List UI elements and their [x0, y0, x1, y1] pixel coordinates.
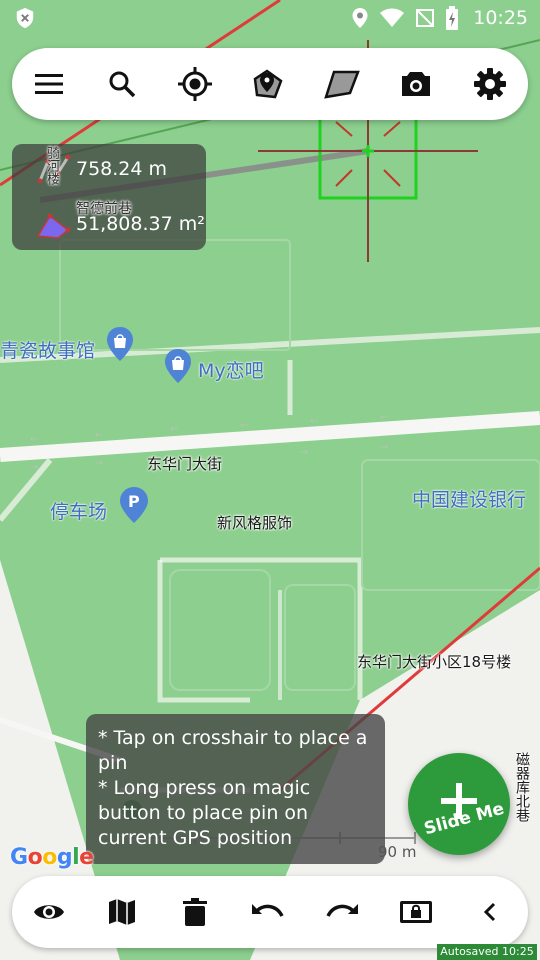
add-pin-fab[interactable]: Slide Me	[408, 753, 510, 855]
svg-text:→: →	[30, 462, 38, 473]
search-icon	[109, 71, 136, 98]
distance-value: 758.24 m	[76, 158, 168, 180]
svg-text:←: ←	[95, 430, 103, 441]
svg-text:←: ←	[240, 420, 248, 431]
lock-screen-icon	[400, 901, 432, 923]
delete-button[interactable]	[175, 892, 215, 932]
location-icon	[352, 8, 368, 28]
svg-text:→: →	[380, 442, 388, 453]
map-label-alley-left: 骑河楼	[44, 146, 59, 185]
map-label-street: 东华门大街	[147, 455, 223, 473]
scale-label: 90 m	[378, 843, 417, 861]
map-label-cafe[interactable]: My恋吧	[198, 356, 264, 383]
redo-button[interactable]	[322, 892, 362, 932]
camera-icon	[402, 72, 430, 96]
undo-icon	[252, 904, 284, 917]
map-label-bank[interactable]: 中国建设银行	[412, 485, 526, 512]
svg-text:→: →	[300, 447, 308, 458]
no-sim-icon	[416, 9, 435, 27]
back-chevron-icon	[483, 902, 496, 922]
battery-charging-icon	[446, 6, 459, 30]
polygon-pin-button[interactable]	[248, 64, 288, 104]
parking-pin-icon[interactable]: P	[118, 486, 150, 524]
hint-tooltip: * Tap on crosshair to place a pin * Long…	[86, 714, 385, 864]
bottom-toolbar	[12, 876, 528, 948]
camera-button[interactable]	[396, 64, 436, 104]
map-label-alley-top: 智德前巷	[76, 201, 132, 217]
hint-line-2: * Long press on magic button to place pi…	[98, 777, 311, 849]
lock-screen-button[interactable]	[396, 892, 436, 932]
shield-icon	[16, 7, 34, 29]
map-type-button[interactable]	[102, 892, 142, 932]
area-icon	[36, 208, 74, 240]
gps-target-icon	[178, 67, 212, 101]
back-button[interactable]	[470, 892, 510, 932]
visibility-button[interactable]	[29, 892, 69, 932]
menu-button[interactable]	[29, 64, 69, 104]
search-button[interactable]	[102, 64, 142, 104]
top-toolbar	[12, 48, 528, 120]
polygon-pin-icon	[253, 69, 283, 99]
redo-icon	[326, 904, 358, 917]
gps-button[interactable]	[175, 64, 215, 104]
map-icon	[109, 899, 135, 925]
svg-text:←: ←	[310, 416, 318, 427]
wifi-icon	[380, 8, 405, 27]
svg-text:P: P	[128, 492, 140, 511]
settings-button[interactable]	[470, 64, 510, 104]
autosaved-label: Autosaved 10:25	[437, 944, 537, 960]
svg-text:←: ←	[380, 412, 388, 423]
map-label-alley-right: 磁器库北巷	[514, 752, 530, 822]
area-shape-button[interactable]	[322, 64, 362, 104]
shopping-pin-icon[interactable]	[105, 326, 135, 362]
status-time: 10:25	[473, 7, 528, 29]
map-label-parking[interactable]: 停车场	[50, 497, 107, 524]
map-label-clothing[interactable]: 新风格服饰	[217, 512, 292, 533]
svg-text:→: →	[95, 458, 103, 469]
area-shape-icon	[324, 70, 360, 99]
settings-icon	[474, 68, 506, 100]
google-logo: Google	[10, 845, 94, 870]
delete-icon	[183, 898, 207, 926]
eye-icon	[34, 905, 64, 919]
svg-text:←: ←	[170, 424, 178, 435]
status-bar: 10:25	[0, 0, 540, 36]
shopping-pin-icon[interactable]	[163, 348, 193, 384]
map-label-residential: 东华门大街小区18号楼	[357, 653, 512, 671]
menu-icon	[35, 74, 63, 94]
map-label-museum[interactable]: 青瓷故事馆	[0, 336, 95, 363]
svg-text:←: ←	[30, 434, 38, 445]
hint-line-1: * Tap on crosshair to place a pin	[98, 727, 368, 774]
undo-button[interactable]	[248, 892, 288, 932]
